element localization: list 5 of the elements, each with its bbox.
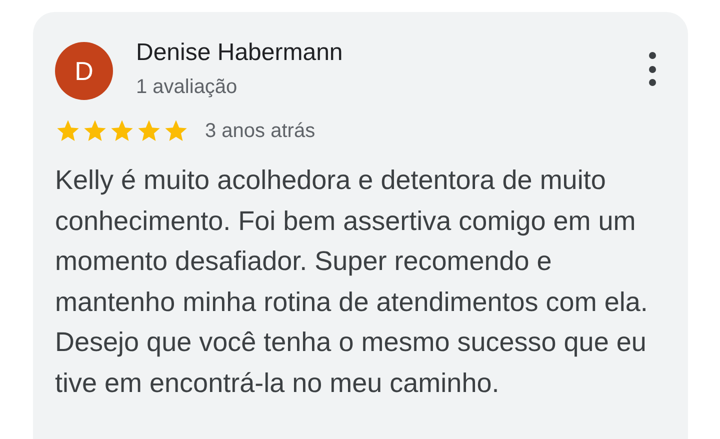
author-name: Denise Habermann — [136, 38, 344, 68]
avatar: D — [55, 42, 113, 100]
review-time: 3 anos atrás — [205, 119, 316, 144]
review-text: Kelly é muito acolhedora e detentora de muito conhecimento. Foi bem assertiva comigo em um momento desafiador. Super recomendo e mantenho minha rotina de atendimentos com ela. Desejo que você tenha o mesmo sucesso que eu tive em encontrá-la no meu caminho. — [55, 164, 649, 400]
review-count: 1 avaliação — [136, 75, 238, 100]
